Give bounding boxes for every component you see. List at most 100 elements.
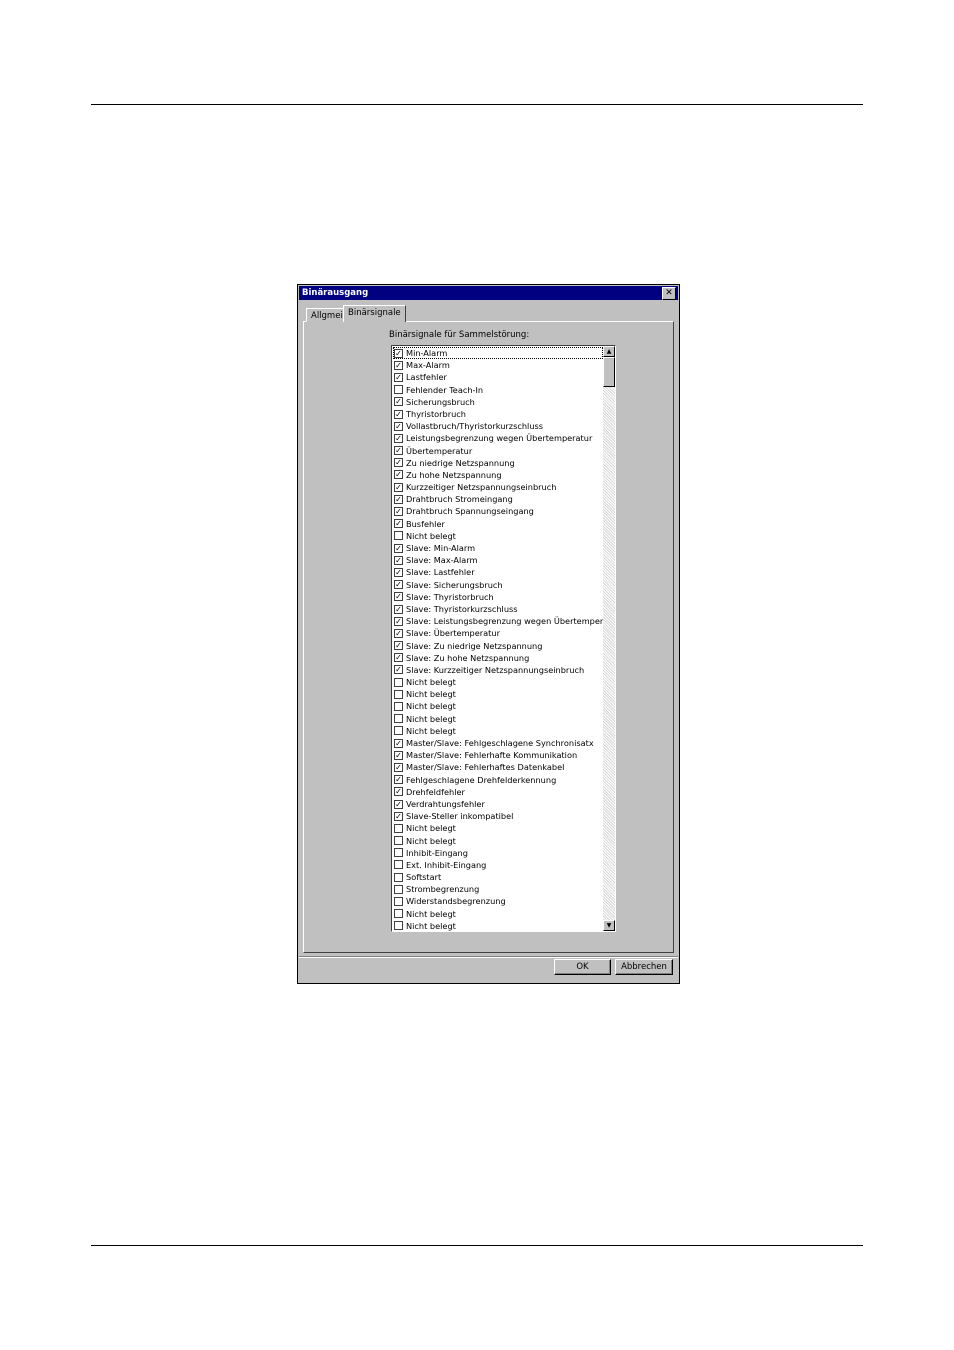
checklist-item[interactable]: ✓ Thyristorbruch — [393, 408, 603, 420]
checklist-item[interactable]: ✓ Slave-Steller inkompatibel — [393, 810, 603, 822]
checkbox-checked-icon[interactable]: ✓ — [394, 580, 403, 590]
signal-checklist[interactable]: ✓ Min-Alarm ✓ Max-Alarm ✓ Lastfehler Fehlender… — [391, 345, 616, 932]
checklist-item[interactable]: ✓ Master/Slave: Fehlgeschlagene Synchroni… — [393, 737, 603, 749]
checklist-item[interactable]: Nicht belegt — [393, 908, 603, 920]
checklist-item[interactable]: ✓ Slave: Thyristorkurzschluss — [393, 603, 603, 615]
checklist-item[interactable]: ✓ Sicherungsbruch — [393, 396, 603, 408]
checkbox-checked-icon[interactable]: ✓ — [394, 641, 403, 651]
checkbox-checked-icon[interactable]: ✓ — [394, 567, 403, 577]
checkbox-unchecked-icon[interactable] — [394, 921, 403, 931]
checklist-item[interactable]: ✓ Drehfeldfehler — [393, 786, 603, 798]
checklist-item[interactable]: ✓ Fehlgeschlagene Drehfelderkennung — [393, 774, 603, 786]
checklist-item[interactable]: ✓ Zu niedrige Netzspannung — [393, 457, 603, 469]
scroll-thumb[interactable] — [603, 357, 615, 387]
checkbox-checked-icon[interactable]: ✓ — [394, 775, 403, 785]
tab-binaersignale[interactable]: Binärsignale — [343, 305, 406, 322]
checklist-item[interactable]: ✓ Übertemperatur — [393, 445, 603, 457]
checkbox-checked-icon[interactable]: ✓ — [394, 762, 403, 772]
checkbox-checked-icon[interactable]: ✓ — [394, 409, 403, 419]
checkbox-checked-icon[interactable]: ✓ — [394, 604, 403, 614]
checkbox-checked-icon[interactable]: ✓ — [394, 507, 403, 517]
checklist-item[interactable]: ✓ Drahtbruch Stromeingang — [393, 493, 603, 505]
checklist-item[interactable]: Softstart — [393, 871, 603, 883]
checkbox-unchecked-icon[interactable] — [394, 836, 403, 846]
checklist-item[interactable]: ✓ Slave: Kurzzeitiger Netzspannungseinbru… — [393, 664, 603, 676]
checkbox-unchecked-icon[interactable] — [394, 909, 403, 919]
checkbox-checked-icon[interactable]: ✓ — [394, 811, 403, 821]
checklist-item[interactable]: ✓ Zu hohe Netzspannung — [393, 469, 603, 481]
checkbox-checked-icon[interactable]: ✓ — [394, 397, 403, 407]
checkbox-checked-icon[interactable]: ✓ — [394, 787, 403, 797]
checklist-item[interactable]: Nicht belegt — [393, 700, 603, 712]
checkbox-checked-icon[interactable]: ✓ — [394, 446, 403, 456]
scroll-up-arrow-icon[interactable]: ▲ — [603, 346, 615, 357]
checklist-item[interactable]: ✓ Min-Alarm — [393, 347, 603, 360]
checklist-item[interactable]: Nicht belegt — [393, 725, 603, 737]
checkbox-unchecked-icon[interactable] — [394, 872, 403, 882]
checkbox-unchecked-icon[interactable] — [394, 726, 403, 736]
ok-button[interactable]: OK — [554, 959, 611, 975]
checkbox-checked-icon[interactable]: ✓ — [394, 616, 403, 626]
checklist-item[interactable]: Nicht belegt — [393, 688, 603, 700]
checklist-item[interactable]: ✓ Slave: Lastfehler — [393, 566, 603, 578]
checkbox-unchecked-icon[interactable] — [394, 823, 403, 833]
checklist-item[interactable]: ✓ Slave: Min-Alarm — [393, 542, 603, 554]
checkbox-checked-icon[interactable]: ✓ — [394, 738, 403, 748]
checkbox-checked-icon[interactable]: ✓ — [394, 653, 403, 663]
checkbox-unchecked-icon[interactable] — [394, 848, 403, 858]
checklist-item[interactable]: ✓ Verdrahtungsfehler — [393, 798, 603, 810]
checkbox-checked-icon[interactable]: ✓ — [394, 494, 403, 504]
checklist-item[interactable]: Fehlender Teach-In — [393, 384, 603, 396]
checklist-item[interactable]: Strombegrenzung — [393, 883, 603, 895]
checkbox-checked-icon[interactable]: ✓ — [394, 592, 403, 602]
checkbox-checked-icon[interactable]: ✓ — [394, 519, 403, 529]
checkbox-checked-icon[interactable]: ✓ — [394, 360, 403, 370]
checkbox-checked-icon[interactable]: ✓ — [394, 665, 403, 675]
checkbox-checked-icon[interactable]: ✓ — [394, 628, 403, 638]
checkbox-checked-icon[interactable]: ✓ — [394, 372, 403, 382]
checkbox-checked-icon[interactable]: ✓ — [394, 458, 403, 468]
checklist-item[interactable]: ✓ Busfehler — [393, 518, 603, 530]
checkbox-unchecked-icon[interactable] — [394, 714, 403, 724]
checklist-item[interactable]: ✓ Slave: Sicherungsbruch — [393, 579, 603, 591]
checklist-item[interactable]: ✓ Slave: Leistungsbegrenzung wegen Überte… — [393, 615, 615, 627]
checklist-item[interactable]: Nicht belegt — [393, 530, 603, 542]
checkbox-checked-icon[interactable]: ✓ — [394, 799, 403, 809]
checkbox-unchecked-icon[interactable] — [394, 677, 403, 687]
checklist-item[interactable]: Nicht belegt — [393, 920, 603, 931]
checklist-item[interactable]: ✓ Kurzzeitiger Netzspannungseinbruch — [393, 481, 603, 493]
checklist-item[interactable]: ✓ Slave: Zu hohe Netzspannung — [393, 652, 603, 664]
checklist-item[interactable]: ✓ Drahtbruch Spannungseingang — [393, 505, 603, 517]
checklist-item[interactable]: ✓ Slave: Übertemperatur — [393, 627, 603, 639]
checklist-item[interactable]: ✓ Lastfehler — [393, 371, 603, 383]
checklist-item[interactable]: Ext. Inhibit-Eingang — [393, 859, 603, 871]
checklist-item[interactable]: Widerstandsbegrenzung — [393, 895, 603, 907]
checklist-item[interactable]: ✓ Slave: Zu niedrige Netzspannung — [393, 640, 603, 652]
vertical-scrollbar[interactable]: ▲ ▼ — [603, 346, 615, 931]
checkbox-unchecked-icon[interactable] — [394, 860, 403, 870]
checklist-item[interactable]: ✓ Max-Alarm — [393, 359, 603, 371]
checkbox-checked-icon[interactable]: ✓ — [394, 543, 403, 553]
checklist-item[interactable]: ✓ Master/Slave: Fehlerhaftes Datenkabel — [393, 761, 603, 773]
checklist-item[interactable]: ✓ Slave: Max-Alarm — [393, 554, 603, 566]
checkbox-unchecked-icon[interactable] — [394, 884, 403, 894]
cancel-button[interactable]: Abbrechen — [615, 959, 673, 975]
checkbox-checked-icon[interactable]: ✓ — [394, 470, 403, 480]
checklist-item[interactable]: Nicht belegt — [393, 822, 603, 834]
checklist-item[interactable]: Nicht belegt — [393, 676, 603, 688]
checkbox-checked-icon[interactable]: ✓ — [394, 433, 403, 443]
checklist-item[interactable]: Inhibit-Eingang — [393, 847, 603, 859]
checkbox-checked-icon[interactable]: ✓ — [394, 750, 403, 760]
checkbox-unchecked-icon[interactable] — [394, 702, 403, 712]
scroll-down-arrow-icon[interactable]: ▼ — [603, 920, 615, 931]
checklist-item[interactable]: ✓ Slave: Thyristorbruch — [393, 591, 603, 603]
checkbox-checked-icon[interactable]: ✓ — [394, 555, 403, 565]
checklist-item[interactable]: Nicht belegt — [393, 835, 603, 847]
checkbox-unchecked-icon[interactable] — [394, 897, 403, 907]
close-icon[interactable]: ✕ — [662, 287, 676, 300]
checkbox-checked-icon[interactable]: ✓ — [394, 421, 403, 431]
checkbox-unchecked-icon[interactable] — [394, 689, 403, 699]
checklist-item[interactable]: ✓ Vollastbruch/Thyristorkurzschluss — [393, 420, 603, 432]
checklist-item[interactable]: ✓ Master/Slave: Fehlerhafte Kommunikation — [393, 749, 603, 761]
checklist-item[interactable]: Nicht belegt — [393, 713, 603, 725]
